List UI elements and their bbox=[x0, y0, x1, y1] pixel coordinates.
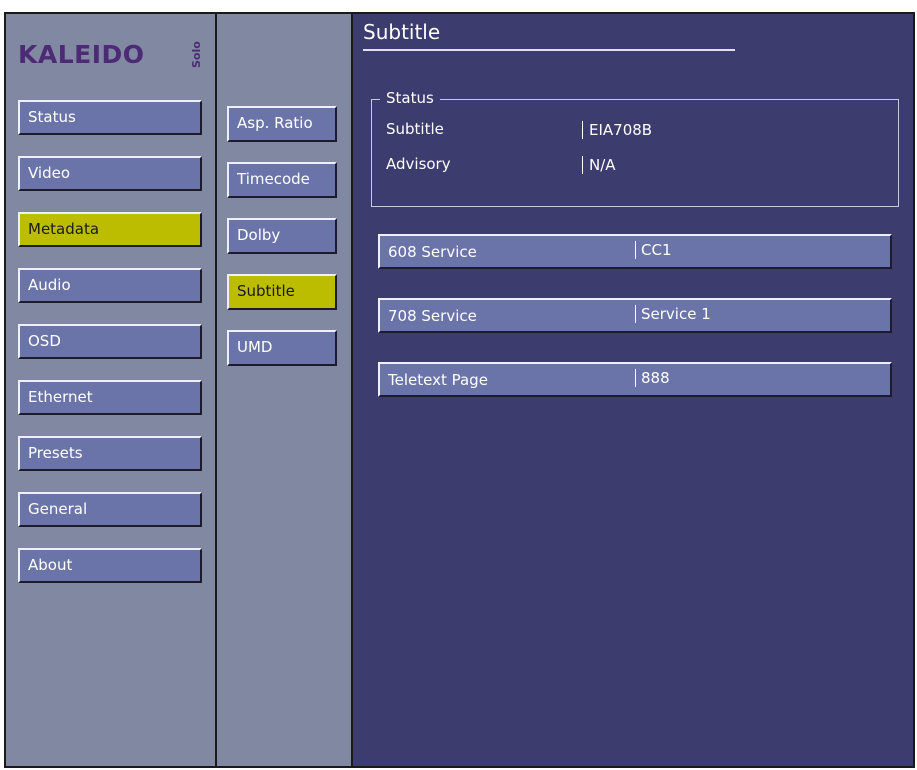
teletext-page-label: Teletext Page bbox=[388, 371, 488, 389]
title-underline bbox=[363, 49, 735, 51]
page-title: Subtitle bbox=[363, 20, 441, 44]
teletext-page-value: 888 bbox=[635, 369, 670, 387]
main-panel: Subtitle Status Subtitle EIA708B Advisor… bbox=[353, 14, 913, 766]
logo-edition: Solo bbox=[190, 41, 203, 68]
main-nav-column: KALEIDO Solo Status Video Metadata Audio… bbox=[6, 14, 217, 766]
608-service-label: 608 Service bbox=[388, 243, 477, 261]
status-legend: Status bbox=[380, 89, 440, 107]
nav-presets-button[interactable]: Presets bbox=[18, 436, 202, 471]
logo-brand: KALEIDO bbox=[18, 40, 145, 69]
nav-audio-button[interactable]: Audio bbox=[18, 268, 202, 303]
708-service-label: 708 Service bbox=[388, 307, 477, 325]
subnav-dolby-button[interactable]: Dolby bbox=[227, 218, 337, 254]
608-service-value: CC1 bbox=[635, 241, 672, 259]
subnav-timecode-button[interactable]: Timecode bbox=[227, 162, 337, 198]
608-service-field[interactable]: 608 Service CC1 bbox=[378, 234, 892, 269]
status-advisory-value: N/A bbox=[582, 156, 616, 174]
kaleido-logo: KALEIDO Solo bbox=[18, 32, 208, 72]
subnav-aspect-ratio-button[interactable]: Asp. Ratio bbox=[227, 106, 337, 142]
sub-nav-column: Asp. Ratio Timecode Dolby Subtitle UMD bbox=[217, 14, 353, 766]
nav-status-button[interactable]: Status bbox=[18, 100, 202, 135]
subnav-umd-button[interactable]: UMD bbox=[227, 330, 337, 366]
nav-osd-button[interactable]: OSD bbox=[18, 324, 202, 359]
status-advisory-label: Advisory bbox=[386, 155, 451, 173]
teletext-page-field[interactable]: Teletext Page 888 bbox=[378, 362, 892, 397]
app-window: KALEIDO Solo Status Video Metadata Audio… bbox=[4, 12, 915, 768]
nav-about-button[interactable]: About bbox=[18, 548, 202, 583]
status-group: Status Subtitle EIA708B Advisory N/A bbox=[371, 89, 899, 207]
nav-video-button[interactable]: Video bbox=[18, 156, 202, 191]
status-subtitle-value: EIA708B bbox=[582, 121, 652, 139]
nav-ethernet-button[interactable]: Ethernet bbox=[18, 380, 202, 415]
708-service-field[interactable]: 708 Service Service 1 bbox=[378, 298, 892, 333]
subnav-subtitle-button[interactable]: Subtitle bbox=[227, 274, 337, 310]
708-service-value: Service 1 bbox=[635, 305, 711, 323]
nav-metadata-button[interactable]: Metadata bbox=[18, 212, 202, 247]
nav-general-button[interactable]: General bbox=[18, 492, 202, 527]
status-subtitle-label: Subtitle bbox=[386, 120, 444, 138]
